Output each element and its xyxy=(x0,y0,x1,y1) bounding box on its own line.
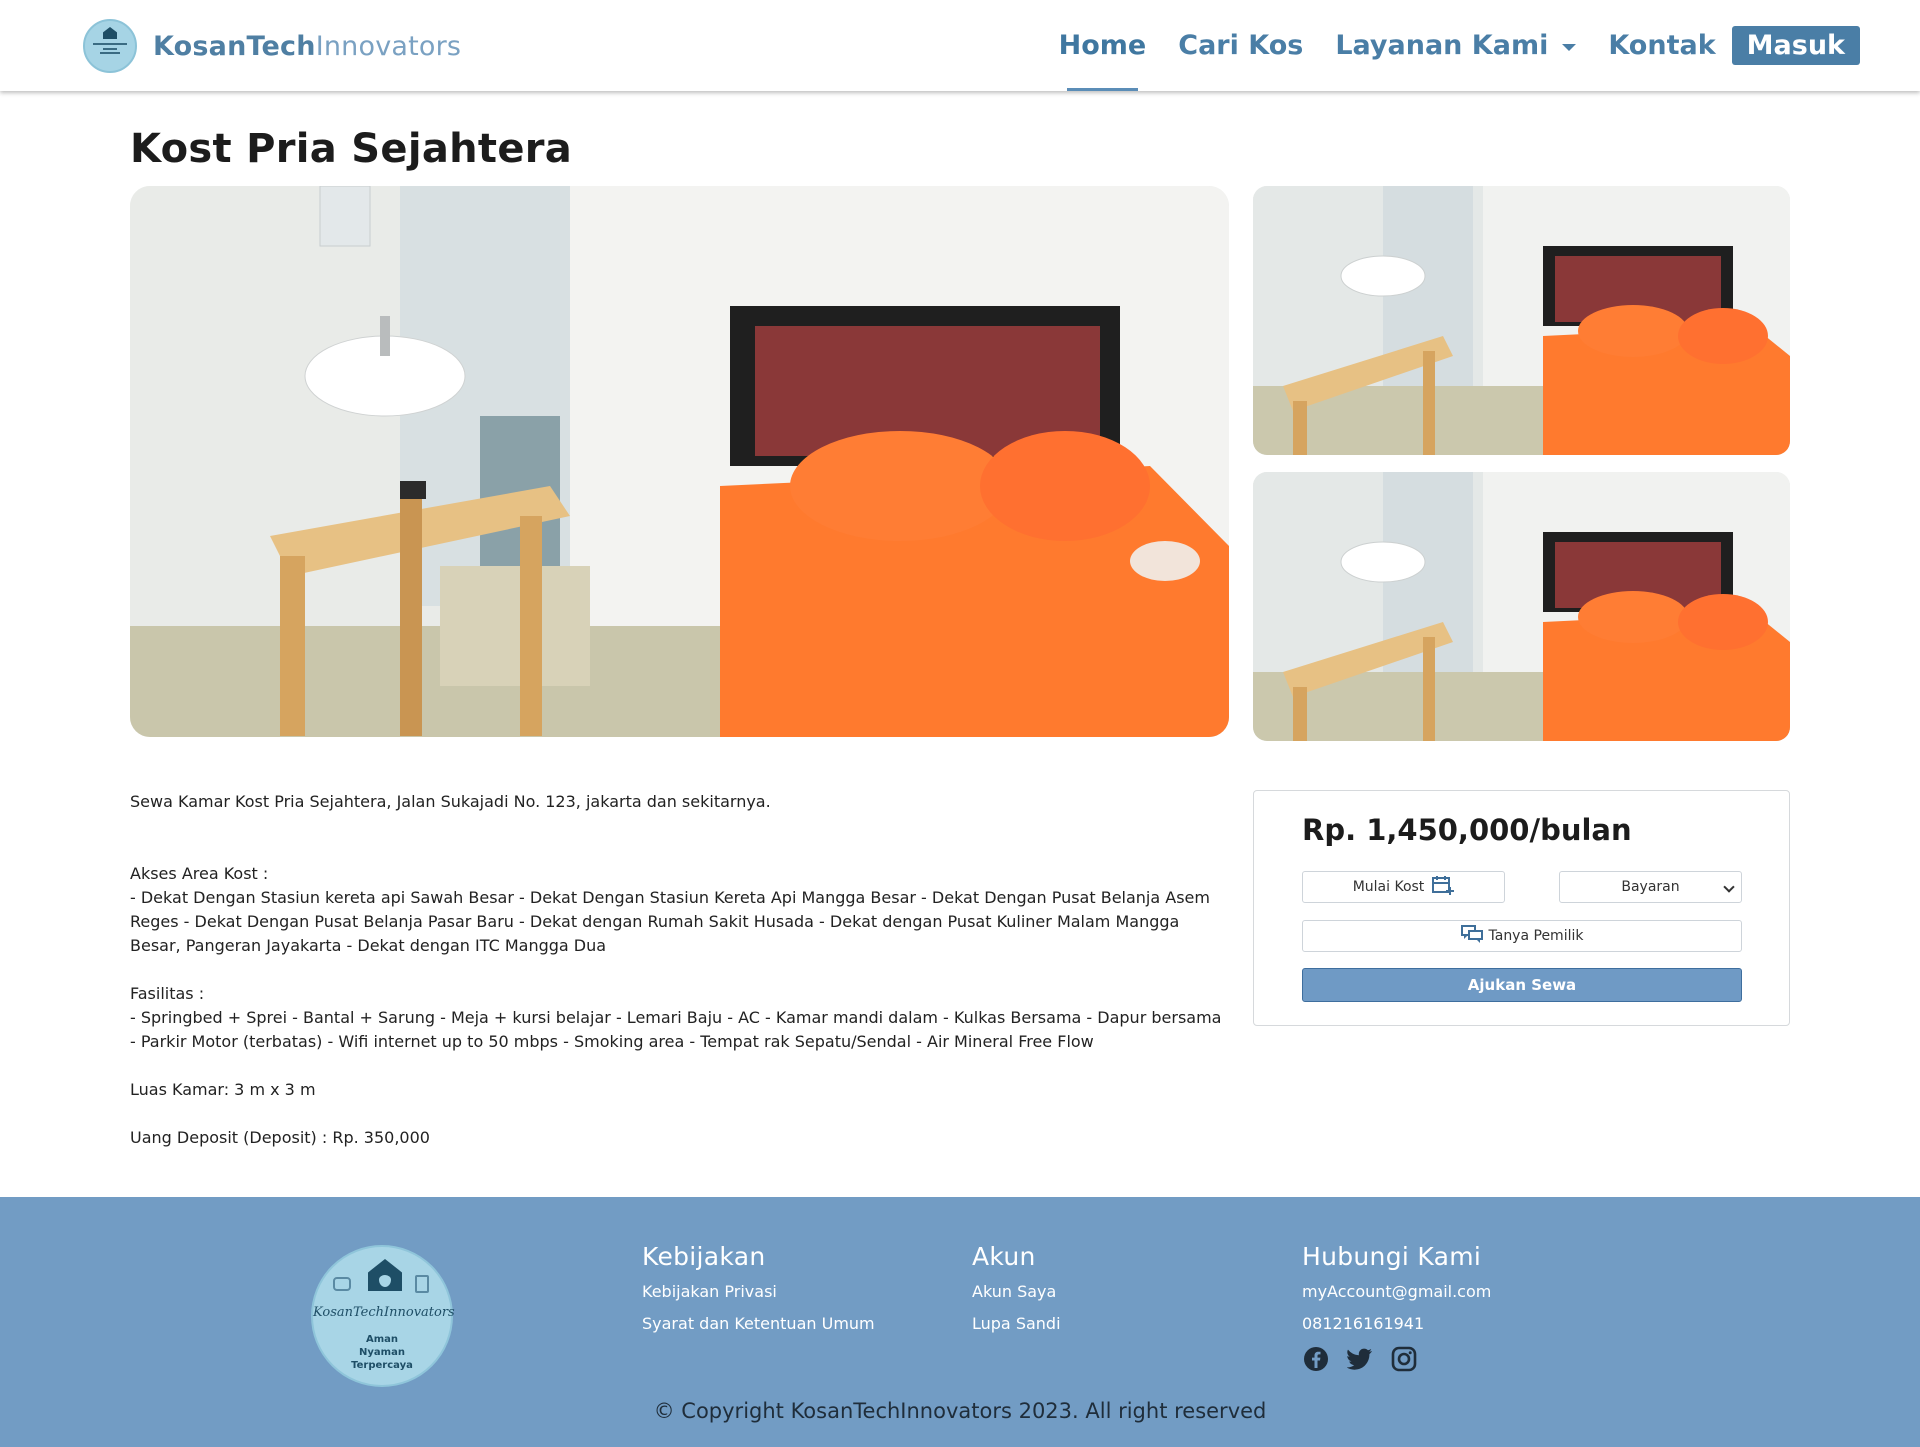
footer-contact-title: Hubungi Kami xyxy=(1302,1242,1482,1271)
footer-col-kebijakan: Kebijakan Kebijakan Privasi Syarat dan K… xyxy=(642,1242,875,1345)
facebook-icon[interactable] xyxy=(1302,1345,1330,1373)
login-button[interactable]: Masuk xyxy=(1731,26,1860,65)
footer-col-akun: Akun Akun Saya Lupa Sandi xyxy=(972,1242,1061,1345)
chat-icon xyxy=(1460,925,1483,947)
payment-select-value: Bayaran xyxy=(1621,879,1680,895)
deposit-info: Uang Deposit (Deposit) : Rp. 350,000 xyxy=(130,1128,430,1147)
booking-card: Rp. 1,450,000/bulan Mulai Kost Bayaran T… xyxy=(1253,790,1790,1026)
room-size: Luas Kamar: 3 m x 3 m xyxy=(130,1080,316,1099)
footer-phone[interactable]: 081216161941 xyxy=(1302,1313,1491,1335)
nav-cari-kos[interactable]: Cari Kos xyxy=(1178,0,1303,91)
calendar-plus-icon xyxy=(1432,875,1455,899)
navbar: KosanTechInnovators Home Cari Kos Layana… xyxy=(0,0,1920,91)
listing-description: Sewa Kamar Kost Pria Sejahtera, Jalan Su… xyxy=(130,790,1230,1174)
footer-logo-name: KosanTechInnovators xyxy=(313,1305,455,1320)
copyright-text: © Copyright KosanTechInnovators 2023. Al… xyxy=(653,1399,1267,1423)
listing-intro: Sewa Kamar Kost Pria Sejahtera, Jalan Su… xyxy=(130,792,771,811)
social-links xyxy=(1302,1345,1491,1373)
room-photo-main[interactable] xyxy=(130,186,1229,737)
footer-kebijakan-title: Kebijakan xyxy=(642,1242,766,1271)
twitter-icon[interactable] xyxy=(1346,1345,1374,1373)
footer-link-terms[interactable]: Syarat dan Ketentuan Umum xyxy=(642,1313,875,1335)
price-label: Rp. 1,450,000/bulan xyxy=(1302,813,1632,847)
chevron-down-icon xyxy=(1723,881,1735,893)
nav-layanan-dropdown[interactable]: Layanan Kami xyxy=(1335,0,1577,91)
footer-link-my-account[interactable]: Akun Saya xyxy=(972,1281,1061,1303)
room-photo-thumb-2[interactable] xyxy=(1253,472,1790,741)
fasilitas-text: - Springbed + Sprei - Bantal + Sarung - … xyxy=(130,1008,1222,1051)
brand-name-part1: KosanTech xyxy=(153,30,316,62)
brand[interactable]: KosanTechInnovators xyxy=(83,18,461,74)
room-photo-thumb-1-image xyxy=(1253,186,1790,455)
footer-logo: KosanTechInnovators Aman Nyaman Terperca… xyxy=(311,1245,455,1387)
fasilitas-label: Fasilitas : xyxy=(130,984,205,1003)
brand-logo xyxy=(83,19,137,73)
ask-owner-label: Tanya Pemilik xyxy=(1488,928,1584,944)
chevron-down-icon xyxy=(1562,43,1577,51)
instagram-icon[interactable] xyxy=(1390,1345,1418,1373)
room-photo-thumb-1[interactable] xyxy=(1253,186,1790,455)
footer-logo-tagline: Aman Nyaman Terpercaya xyxy=(313,1333,451,1372)
room-photo-thumb-2-image xyxy=(1253,472,1790,741)
main-nav: Home Cari Kos Layanan Kami Kontak Masuk xyxy=(1027,0,1860,91)
akses-label: Akses Area Kost : xyxy=(130,864,269,883)
page-title: Kost Pria Sejahtera xyxy=(130,126,573,172)
footer-email-link[interactable]: myAccount@gmail.com xyxy=(1302,1281,1491,1303)
start-date-input[interactable]: Mulai Kost xyxy=(1302,871,1505,903)
door-icon xyxy=(415,1275,429,1293)
nav-kontak[interactable]: Kontak xyxy=(1608,0,1715,91)
brand-name-part2: Innovators xyxy=(315,30,462,62)
nav-home[interactable]: Home xyxy=(1059,0,1146,91)
footer-col-contact: Hubungi Kami myAccount@gmail.com 0812161… xyxy=(1302,1242,1491,1373)
footer-logo-tag-2: Nyaman xyxy=(359,1347,405,1358)
submit-rent-button[interactable]: Ajukan Sewa xyxy=(1302,968,1742,1002)
footer: KosanTechInnovators Aman Nyaman Terperca… xyxy=(0,1197,1920,1447)
akses-text: - Dekat Dengan Stasiun kereta api Sawah … xyxy=(130,888,1210,955)
footer-link-forgot-password[interactable]: Lupa Sandi xyxy=(972,1313,1061,1335)
footer-akun-title: Akun xyxy=(972,1242,1036,1271)
footer-logo-tag-1: Aman xyxy=(365,1334,399,1345)
start-date-label: Mulai Kost xyxy=(1352,879,1425,895)
footer-link-privacy[interactable]: Kebijakan Privasi xyxy=(642,1281,875,1303)
room-photo-image xyxy=(130,186,1229,737)
payment-select[interactable]: Bayaran xyxy=(1559,871,1742,903)
nav-layanan-label: Layanan Kami xyxy=(1335,30,1549,61)
ask-owner-button[interactable]: Tanya Pemilik xyxy=(1302,920,1742,952)
brand-name: KosanTechInnovators xyxy=(153,31,461,62)
bed-icon xyxy=(333,1277,351,1291)
footer-logo-tag-3: Terpercaya xyxy=(351,1360,413,1371)
